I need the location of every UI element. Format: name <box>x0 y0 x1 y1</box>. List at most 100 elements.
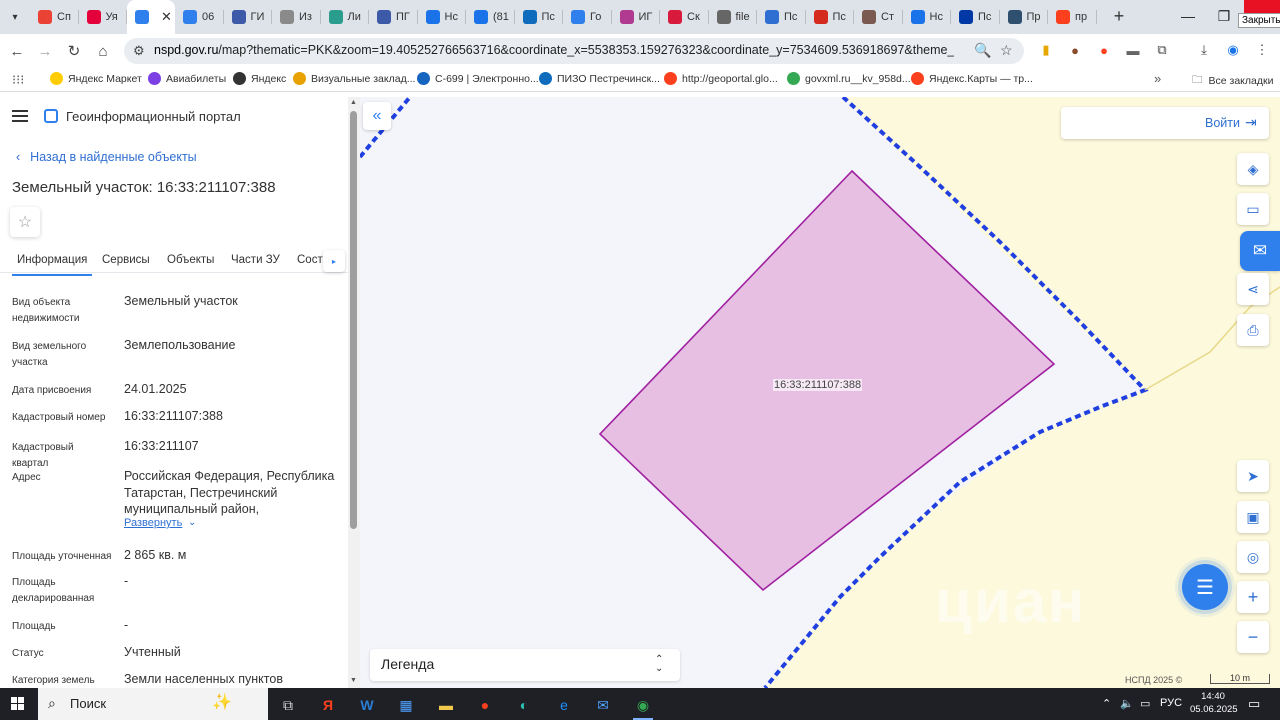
bookmark-item[interactable]: Яндекс <box>233 72 286 85</box>
tab-information[interactable]: Информация <box>11 254 93 276</box>
bookmark-star-icon[interactable]: ☆ <box>1000 42 1013 59</box>
tray-overflow-icon[interactable]: ⌃ <box>1102 697 1111 710</box>
browser-tab[interactable]: file <box>709 0 758 34</box>
tab-close-icon[interactable]: ✕ <box>161 9 172 25</box>
mail-app-icon[interactable]: ✉ <box>587 692 619 718</box>
browser-tab[interactable]: 06 <box>175 0 224 34</box>
layers-icon[interactable]: ◈ <box>1237 153 1269 185</box>
ruler-icon[interactable]: ▭ <box>1237 193 1269 225</box>
chat-icon[interactable]: ☰ <box>1182 564 1228 610</box>
minimize-button[interactable]: — <box>1170 0 1206 32</box>
bookmark-item[interactable]: Яндекс.Карты — тр... <box>911 72 1033 85</box>
tab-services[interactable]: Сервисы <box>102 254 150 266</box>
address-bar[interactable]: ⚙ nspd.gov.ru/map?thematic=PKK&zoom=19.4… <box>124 38 1024 64</box>
tab-parcel-parts[interactable]: Части ЗУ <box>231 254 280 266</box>
browser-tab[interactable]: Пс <box>951 0 1000 34</box>
browser-tab[interactable]: Нс <box>418 0 467 34</box>
browser-tab[interactable]: Ск <box>660 0 709 34</box>
url-text[interactable]: nspd.gov.ru/map?thematic=PKK&zoom=19.405… <box>154 43 954 57</box>
tab-search-button[interactable]: ▾ <box>4 6 26 28</box>
chrome-icon[interactable]: ◉ <box>627 692 659 720</box>
extensions-puzzle-icon[interactable]: ⧉ <box>1153 41 1171 59</box>
browser-tab[interactable]: Ст <box>854 0 903 34</box>
browser-tab[interactable]: Пс <box>515 0 564 34</box>
browser-tab[interactable]: Из <box>272 0 321 34</box>
network-icon[interactable]: ▭ <box>1140 697 1150 710</box>
feedback-icon[interactable]: ✉ <box>1240 231 1280 271</box>
map-view[interactable]: циан 16:33:211107:388 « Войти ⇥ ◈ ▭ ✉ ⋖ … <box>360 97 1280 688</box>
bookmark-item[interactable]: http://geoportal.glo... <box>664 72 778 85</box>
notifications-icon[interactable]: ▭ <box>1248 696 1260 712</box>
back-to-results-link[interactable]: ‹ Назад в найденные объекты <box>16 150 197 164</box>
zoom-in-icon[interactable]: + <box>1237 581 1269 613</box>
browser-tab[interactable]: ✕ <box>127 0 175 34</box>
bookmark-item[interactable]: ПИЗО Пестречинск... <box>539 72 660 85</box>
all-bookmarks-button[interactable]: 🗀 Все закладки <box>1192 72 1273 90</box>
windows-start-icon[interactable] <box>11 697 25 711</box>
profile-icon[interactable]: ◉ <box>1224 41 1242 59</box>
browser-tab[interactable]: ПГ <box>369 0 418 34</box>
store-icon[interactable]: ▦ <box>390 692 422 718</box>
locate-arrow-icon[interactable]: ➤ <box>1237 460 1269 492</box>
bookmark-item[interactable]: Яндекс Маркет <box>50 72 142 85</box>
edge-icon[interactable]: ◐ <box>508 692 540 718</box>
zoom-icon[interactable]: 🔍 <box>974 42 991 59</box>
browser-tab[interactable]: Уя <box>79 0 128 34</box>
internet-explorer-icon[interactable]: e <box>548 692 580 718</box>
browser-tab[interactable]: ИГ <box>612 0 661 34</box>
panel-scrollbar-thumb[interactable] <box>350 111 357 529</box>
system-clock[interactable]: 14:40 05.06.2025 <box>1190 690 1238 716</box>
legend-panel[interactable]: Легенда ⌃ ⌄ <box>370 649 680 681</box>
map-canvas[interactable] <box>360 97 1280 688</box>
word-icon[interactable]: W <box>351 692 383 718</box>
site-info-icon[interactable]: ⚙ <box>133 43 145 59</box>
forward-icon[interactable]: → <box>34 40 56 62</box>
extension-hat-icon[interactable]: ▬ <box>1124 41 1142 59</box>
back-icon[interactable]: ← <box>6 40 28 62</box>
share-icon[interactable]: ⋖ <box>1237 273 1269 305</box>
home-icon[interactable]: ⌂ <box>92 40 114 62</box>
collapse-panel-icon[interactable]: « <box>363 102 391 130</box>
geolocation-icon[interactable]: ◎ <box>1237 541 1269 573</box>
yandex-browser-icon[interactable]: Я <box>312 692 344 718</box>
menu-icon[interactable] <box>12 110 28 122</box>
browser-tab[interactable]: (81 <box>466 0 515 34</box>
browser-menu-icon[interactable]: ⋮ <box>1253 41 1271 59</box>
extension-yandex-icon[interactable]: ● <box>1095 41 1113 59</box>
bookmark-item[interactable]: Авиабилеты <box>148 72 226 85</box>
taskbar-search[interactable]: ⌕ Поиск ✨ <box>38 688 268 720</box>
browser-tab[interactable]: Нс <box>903 0 952 34</box>
browser-tab[interactable]: Пр <box>1000 0 1049 34</box>
expand-address-link[interactable]: Развернуть <box>124 517 182 529</box>
task-view-icon[interactable]: ⧉ <box>272 692 304 718</box>
tab-objects[interactable]: Объекты <box>167 254 214 266</box>
download-icon[interactable]: ⤓ <box>1195 41 1213 59</box>
chevron-down-icon[interactable]: ⌄ <box>188 517 196 528</box>
new-tab-button[interactable]: + <box>1109 7 1129 27</box>
browser-tab[interactable]: Го <box>563 0 612 34</box>
extension-flag-icon[interactable]: ▮ <box>1037 41 1055 59</box>
apps-grid-icon[interactable]: ⁝⁝⁝ <box>12 72 24 88</box>
zoom-out-icon[interactable]: − <box>1237 621 1269 653</box>
yandex-icon[interactable]: ● <box>469 692 501 718</box>
browser-tab[interactable]: Ли <box>321 0 370 34</box>
volume-icon[interactable]: 🔈 <box>1120 697 1134 710</box>
favorite-star-icon[interactable]: ☆ <box>10 207 40 237</box>
browser-tab[interactable]: Пс <box>757 0 806 34</box>
tabs-scroll-right-icon[interactable]: ▸ <box>323 250 345 272</box>
bookmark-item[interactable]: Визуальные заклад... <box>293 72 415 85</box>
scroll-down-arrow-icon[interactable]: ▼ <box>350 677 357 684</box>
reload-icon[interactable]: ↻ <box>63 40 85 62</box>
parcel-cadastral-label[interactable]: 16:33:211107:388 <box>773 379 863 391</box>
browser-tab[interactable]: Сп <box>30 0 79 34</box>
print-icon[interactable]: ⎙ <box>1237 314 1269 346</box>
browser-tab[interactable]: Пс <box>806 0 855 34</box>
bookmark-item[interactable]: С-699 | Электронно... <box>417 72 539 85</box>
maximize-button[interactable]: ❐ <box>1206 0 1242 32</box>
browser-tab[interactable]: пр <box>1048 0 1097 34</box>
browser-tab[interactable]: ГИ <box>224 0 273 34</box>
scroll-up-arrow-icon[interactable]: ▲ <box>350 99 357 106</box>
bookmarks-overflow-icon[interactable]: » <box>1154 71 1161 86</box>
language-indicator[interactable]: РУС <box>1160 697 1182 709</box>
file-explorer-icon[interactable]: ▬ <box>430 692 462 718</box>
